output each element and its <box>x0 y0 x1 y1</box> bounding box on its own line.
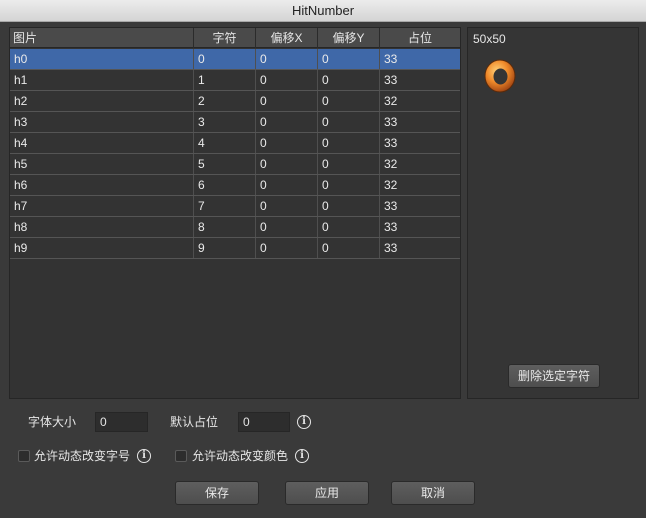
table-cell: 0 <box>256 238 318 258</box>
table-cell: h1 <box>10 70 194 90</box>
info-icon[interactable]: i <box>295 449 309 463</box>
table-cell: 0 <box>256 112 318 132</box>
table-cell: 0 <box>256 49 318 69</box>
table-cell: 33 <box>384 73 398 87</box>
table-cell: 33 <box>384 136 398 150</box>
table-header: 图片 字符 偏移X 偏移Y 占位 <box>10 28 460 48</box>
save-button[interactable]: 保存 <box>175 481 259 505</box>
table-cell: 0 <box>256 70 318 90</box>
table-cell: 33 <box>384 241 398 255</box>
apply-button[interactable]: 应用 <box>285 481 369 505</box>
table-cell: 5 <box>194 154 256 174</box>
column-header-image[interactable]: 图片 <box>10 28 194 48</box>
table-cell: 0 <box>318 175 380 195</box>
allow-dynamic-size-checkbox[interactable] <box>18 450 30 462</box>
table-cell: 0 <box>318 112 380 132</box>
table-row[interactable]: h5 5 0 0 32 <box>10 154 460 175</box>
table-cell: h7 <box>10 196 194 216</box>
table-cell: h6 <box>10 175 194 195</box>
default-advance-label: 默认占位 <box>170 415 219 429</box>
font-size-input[interactable]: 0 <box>95 412 148 432</box>
table-cell: 0 <box>318 238 380 258</box>
table-row[interactable]: h1 1 0 0 33 <box>10 70 460 91</box>
table-cell: 0 <box>318 49 380 69</box>
table-cell: 4 <box>194 133 256 153</box>
table-cell: h0 <box>10 49 194 69</box>
table-row[interactable]: h0 0 0 0 33 <box>10 49 460 70</box>
table-cell: 0 <box>256 91 318 111</box>
window-title: HitNumber <box>0 0 646 22</box>
preview-panel: 50x50 删除选定字符 <box>467 27 639 399</box>
table-cell: 8 <box>194 217 256 237</box>
table-row[interactable]: h7 7 0 0 33 <box>10 196 460 217</box>
table-row[interactable]: h6 6 0 0 32 <box>10 175 460 196</box>
table-cell: 0 <box>256 217 318 237</box>
table-cell: 3 <box>194 112 256 132</box>
table-cell: 0 <box>318 91 380 111</box>
table-cell: h9 <box>10 238 194 258</box>
info-icon[interactable]: i <box>297 415 311 429</box>
table-cell: 0 <box>256 175 318 195</box>
table-cell: 2 <box>194 91 256 111</box>
table-cell: h5 <box>10 154 194 174</box>
column-header-advance[interactable]: 占位 <box>380 28 460 48</box>
info-icon[interactable]: i <box>137 449 151 463</box>
table-cell: 0 <box>256 154 318 174</box>
cancel-button[interactable]: 取消 <box>391 481 475 505</box>
table-row[interactable]: h2 2 0 0 32 <box>10 91 460 112</box>
table-row[interactable]: h9 9 0 0 33 <box>10 238 460 259</box>
table-cell: 33 <box>384 220 398 234</box>
table-cell: 33 <box>384 52 398 66</box>
table-row[interactable]: h8 8 0 0 33 <box>10 217 460 238</box>
allow-dynamic-color-label: 允许动态改变颜色 <box>192 449 289 463</box>
table-cell: 32 <box>384 94 398 108</box>
column-header-offset-x[interactable]: 偏移X <box>256 28 318 48</box>
table-row[interactable]: h4 4 0 0 33 <box>10 133 460 154</box>
table-cell: 32 <box>384 178 398 192</box>
default-advance-input[interactable]: 0 <box>238 412 290 432</box>
font-size-label: 字体大小 <box>28 415 77 429</box>
table-cell: 33 <box>384 115 398 129</box>
table-cell: 0 <box>318 133 380 153</box>
character-table: 图片 字符 偏移X 偏移Y 占位 h0 0 0 0 33 h1 1 0 0 33 h2 2 0 0 32 h3… <box>9 27 461 399</box>
table-cell: 9 <box>194 238 256 258</box>
table-cell: 0 <box>318 70 380 90</box>
table-cell: 32 <box>384 157 398 171</box>
table-cell: 0 <box>318 154 380 174</box>
table-cell: 7 <box>194 196 256 216</box>
table-cell: h2 <box>10 91 194 111</box>
table-cell: 33 <box>384 199 398 213</box>
table-cell: 0 <box>256 133 318 153</box>
column-header-offset-y[interactable]: 偏移Y <box>318 28 380 48</box>
table-cell: h4 <box>10 133 194 153</box>
table-cell: 0 <box>194 49 256 69</box>
preview-size-label: 50x50 <box>473 32 506 46</box>
table-cell: 0 <box>256 196 318 216</box>
delete-selected-char-button[interactable]: 删除选定字符 <box>508 364 600 388</box>
character-preview-image <box>484 59 516 93</box>
table-cell: 0 <box>318 217 380 237</box>
allow-dynamic-size-label: 允许动态改变字号 <box>34 449 131 463</box>
column-header-char[interactable]: 字符 <box>194 28 256 48</box>
table-cell: 1 <box>194 70 256 90</box>
table-cell: h8 <box>10 217 194 237</box>
table-cell: 6 <box>194 175 256 195</box>
allow-dynamic-color-checkbox[interactable] <box>175 450 187 462</box>
table-cell: h3 <box>10 112 194 132</box>
table-cell: 0 <box>318 196 380 216</box>
table-row[interactable]: h3 3 0 0 33 <box>10 112 460 133</box>
